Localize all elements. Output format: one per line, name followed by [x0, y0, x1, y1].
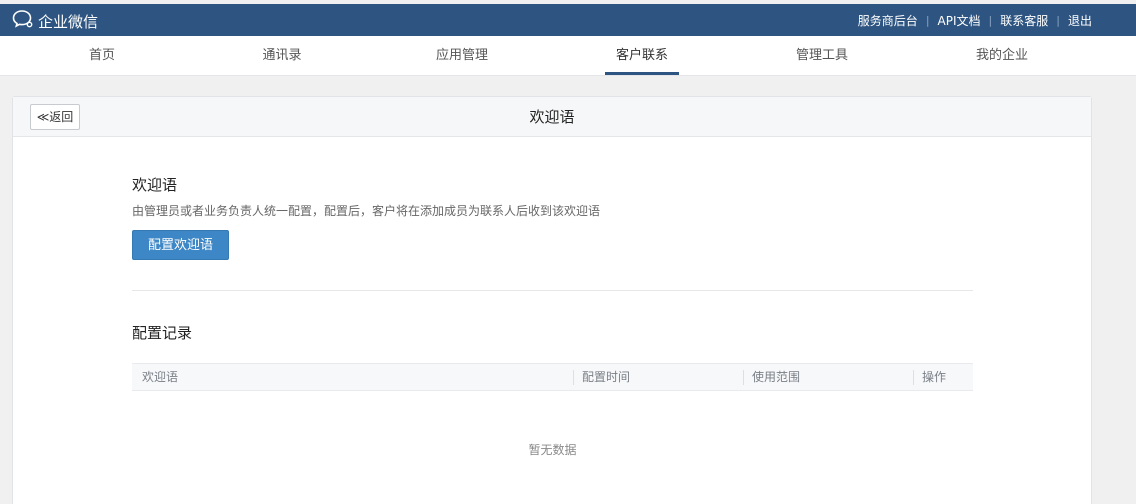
- column-header-scope: 使用范围: [752, 370, 801, 384]
- column-header-actions: 操作: [922, 370, 947, 384]
- link-logout[interactable]: 退出: [1068, 12, 1092, 29]
- records-section-title: 配置记录: [132, 324, 193, 342]
- nav-item-home[interactable]: 首页: [52, 36, 152, 76]
- panel-header: ≪返回 欢迎语: [13, 97, 1091, 137]
- nav-item-management-tools[interactable]: 管理工具: [772, 36, 872, 76]
- section-divider: [132, 290, 973, 291]
- column-divider: [573, 370, 574, 385]
- column-header-config-time: 配置时间: [582, 370, 631, 384]
- top-bar: 企业微信 服务商后台 | API文档 | 联系客服 | 退出: [0, 0, 1136, 36]
- nav-item-contacts[interactable]: 通讯录: [232, 36, 332, 76]
- empty-state-text: 暂无数据: [528, 443, 577, 457]
- configure-welcome-button[interactable]: 配置欢迎语: [132, 230, 229, 260]
- column-divider: [743, 370, 744, 385]
- logo-text: 企业微信: [38, 12, 99, 31]
- welcome-description: 由管理员或者业务负责人统一配置，配置后，客户将在添加成员为联系人后收到该欢迎语: [132, 204, 601, 218]
- link-separator: |: [925, 14, 930, 27]
- link-api-docs[interactable]: API文档: [938, 12, 981, 29]
- column-divider: [913, 370, 914, 385]
- top-links: 服务商后台 | API文档 | 联系客服 | 退出: [858, 12, 1092, 29]
- link-contact-support[interactable]: 联系客服: [1000, 12, 1048, 29]
- chat-bubble-icon: [12, 9, 38, 33]
- nav-item-my-enterprise[interactable]: 我的企业: [952, 36, 1052, 76]
- logo[interactable]: 企业微信: [12, 9, 98, 33]
- link-service-provider[interactable]: 服务商后台: [858, 12, 918, 29]
- column-header-welcome: 欢迎语: [142, 370, 179, 384]
- welcome-section-title: 欢迎语: [132, 176, 178, 194]
- link-separator: |: [1056, 14, 1060, 27]
- main-nav: 首页 通讯录 应用管理 客户联系 管理工具 我的企业: [0, 36, 1136, 76]
- content-panel: ≪返回 欢迎语 欢迎语 由管理员或者业务负责人统一配置，配置后，客户将在添加成员…: [12, 96, 1092, 504]
- records-table: 欢迎语 配置时间 使用范围 操作 暂无数据: [132, 363, 973, 457]
- nav-item-app-management[interactable]: 应用管理: [412, 36, 512, 76]
- nav-item-customer-contact[interactable]: 客户联系: [592, 36, 692, 76]
- link-separator: |: [988, 14, 993, 27]
- table-header: 欢迎语 配置时间 使用范围 操作: [132, 363, 973, 391]
- page-title: 欢迎语: [529, 108, 575, 126]
